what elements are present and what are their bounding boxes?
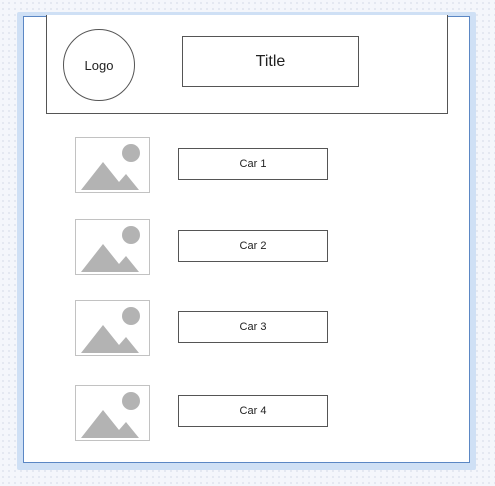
car-4-image bbox=[75, 385, 150, 441]
image-placeholder-icon bbox=[81, 144, 140, 190]
car-4-button[interactable]: Car 4 bbox=[178, 395, 328, 427]
logo-label: Logo bbox=[84, 57, 114, 73]
car-1-image bbox=[75, 137, 150, 193]
car-1-button[interactable]: Car 1 bbox=[178, 148, 328, 180]
image-placeholder-icon bbox=[81, 307, 140, 353]
car-2-label: Car 2 bbox=[239, 240, 267, 252]
car-2-image bbox=[75, 219, 150, 275]
page-title: Title bbox=[182, 36, 359, 87]
car-3-image bbox=[75, 300, 150, 356]
car-2-button[interactable]: Car 2 bbox=[178, 230, 328, 262]
image-placeholder-icon bbox=[81, 392, 140, 438]
logo[interactable]: Logo bbox=[63, 29, 135, 101]
page-title-text: Title bbox=[255, 52, 286, 70]
car-3-button[interactable]: Car 3 bbox=[178, 311, 328, 343]
image-placeholder-icon bbox=[81, 226, 140, 272]
car-3-label: Car 3 bbox=[239, 321, 267, 333]
car-4-label: Car 4 bbox=[239, 405, 267, 417]
car-1-label: Car 1 bbox=[239, 158, 267, 170]
